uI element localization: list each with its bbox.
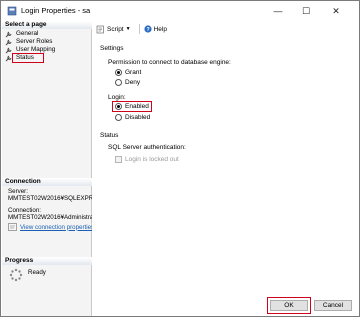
status-selection-highlight (12, 53, 44, 63)
grant-radio[interactable]: Grant (115, 69, 141, 76)
button-bar: OK Cancel (92, 289, 359, 316)
wrench-icon (5, 39, 12, 46)
page-general[interactable]: General (5, 30, 38, 38)
ok-selection-highlight (267, 297, 311, 314)
page-server-roles-label: Server Roles (16, 38, 53, 45)
connection-value: MMTEST02W2016¥Administrator (8, 214, 101, 221)
help-label: Help (153, 25, 167, 33)
server-label: Server: (8, 188, 28, 195)
disabled-label: Disabled (125, 114, 151, 121)
minimize-button[interactable]: — (265, 1, 291, 21)
enabled-selection-highlight (112, 101, 152, 112)
close-button[interactable]: ✕ (323, 1, 349, 21)
maximize-button[interactable]: ☐ (293, 1, 319, 21)
login-properties-dialog: Login Properties - sa — ☐ ✕ Select a pag… (0, 0, 360, 317)
view-connection-link[interactable]: View connection properties (20, 224, 94, 231)
page-general-label: General (16, 30, 39, 37)
right-pane: Script ▼ ? Help Settings Permission to c… (92, 21, 359, 289)
script-icon (96, 25, 104, 33)
locked-out-label: Login is locked out (125, 156, 179, 163)
window-title: Login Properties - sa (21, 6, 91, 15)
progress-header: Progress (2, 257, 92, 265)
locked-out-checkbox[interactable]: Login is locked out (115, 156, 179, 163)
connection-header: Connection (2, 178, 92, 186)
permission-label: Permission to connect to database engine… (108, 59, 231, 66)
left-pane: Select a page General Server Roles User … (2, 21, 106, 316)
disabled-radio[interactable]: Disabled (115, 114, 150, 121)
page-server-roles[interactable]: Server Roles (5, 38, 52, 46)
progress-spinner-icon (9, 268, 23, 282)
chevron-down-icon: ▼ (125, 26, 131, 32)
progress-status: Ready (28, 269, 46, 276)
connection-label: Connection: (8, 207, 42, 214)
grant-label: Grant (125, 69, 142, 76)
help-button[interactable]: ? Help (143, 25, 167, 33)
toolbar-separator (138, 24, 140, 34)
sql-auth-label: SQL Server authentication: (108, 144, 186, 151)
help-icon: ? (143, 25, 152, 33)
radio-selected-dot (117, 71, 120, 74)
script-label: Script (107, 25, 124, 33)
select-page-header: Select a page (2, 21, 92, 29)
wrench-icon (5, 31, 12, 38)
toolbar: Script ▼ ? Help (92, 21, 359, 37)
deny-label: Deny (125, 79, 141, 86)
login-label: Login: (108, 94, 126, 101)
cancel-button[interactable]: Cancel (314, 300, 352, 311)
title-bar[interactable]: Login Properties - sa — ☐ ✕ (1, 1, 359, 21)
properties-icon (8, 223, 17, 231)
deny-radio[interactable]: Deny (115, 79, 140, 86)
view-connection-properties[interactable]: View connection properties (8, 223, 94, 231)
settings-header: Settings (100, 45, 124, 52)
status-header: Status (100, 132, 119, 139)
script-button[interactable]: Script ▼ (96, 25, 131, 34)
app-icon (7, 6, 17, 16)
